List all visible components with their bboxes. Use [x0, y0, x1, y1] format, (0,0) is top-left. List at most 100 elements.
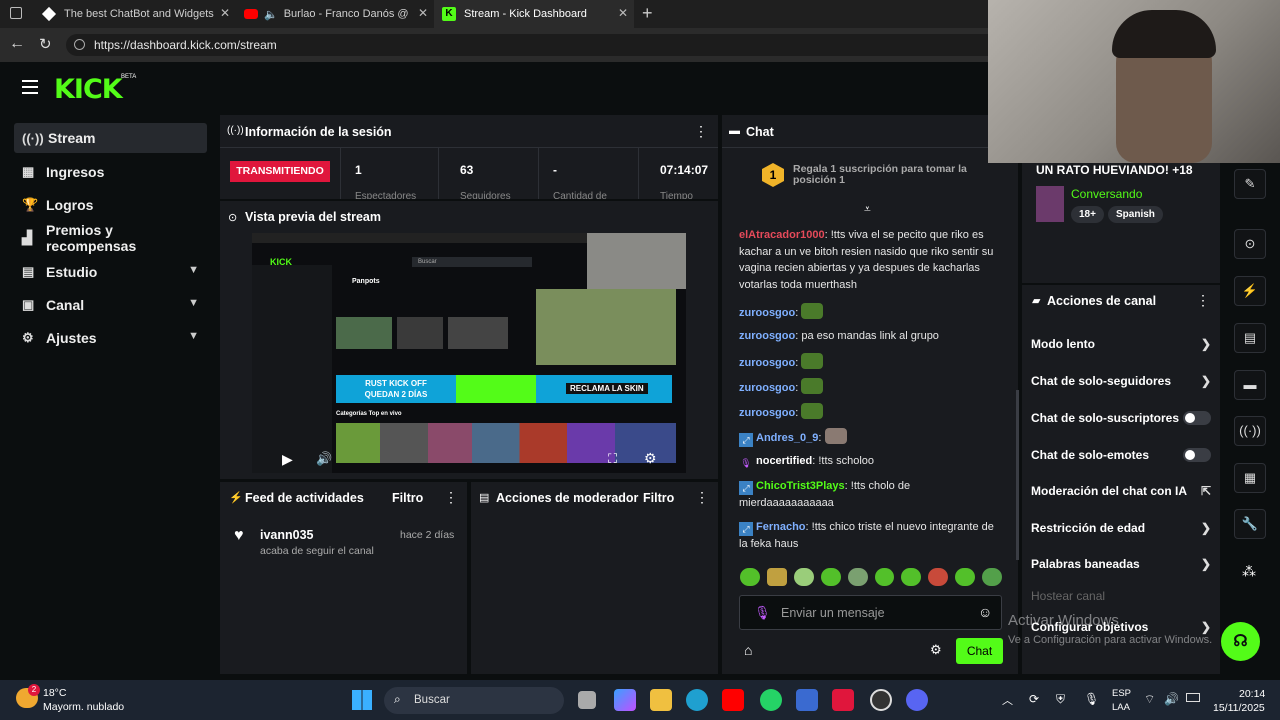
filter-button[interactable]: Filtro — [643, 491, 674, 505]
sidebar-item-ajustes[interactable]: ⚙ Ajustes ▼ — [14, 323, 207, 353]
chat-username[interactable]: zuroosgoo — [739, 307, 795, 319]
emote-icon[interactable] — [740, 568, 760, 586]
action-banned-words[interactable]: Palabras baneadas ❯ — [1031, 557, 1211, 571]
sub-gift-text[interactable]: Regala 1 suscripción para tomar la posic… — [793, 164, 973, 186]
more-options-icon[interactable]: ⋮ — [694, 123, 708, 140]
emote-icon[interactable] — [766, 568, 787, 586]
emoji-icon[interactable]: ☺ — [978, 604, 992, 620]
tab-kick-dashboard[interactable]: K Stream - Kick Dashboard ✕ — [434, 0, 634, 28]
sidebar-item-logros[interactable]: 🏆 Logros — [14, 190, 207, 220]
category-thumbnail[interactable] — [1036, 186, 1064, 222]
layout-button[interactable]: ▦ — [1234, 463, 1266, 493]
new-tab-icon[interactable]: + — [642, 3, 653, 24]
sidebar-item-premios[interactable]: ▟ Premios y recompensas — [14, 222, 207, 254]
chat-username[interactable]: zuroosgoo — [739, 330, 795, 342]
tag-18plus[interactable]: 18+ — [1071, 206, 1104, 223]
discord-icon[interactable] — [906, 689, 928, 711]
language-code[interactable]: ESP — [1112, 688, 1131, 699]
weather-temp[interactable]: 18°C — [43, 687, 66, 699]
volume-icon[interactable]: 🔊 — [316, 451, 332, 467]
more-options-icon[interactable]: ⋮ — [695, 489, 709, 506]
send-chat-button[interactable]: Chat — [956, 638, 1003, 664]
battery-icon[interactable] — [1186, 693, 1200, 702]
obs-icon[interactable] — [870, 689, 892, 711]
action-emotes-only[interactable]: Chat de solo-emotes — [1031, 448, 1211, 462]
moderator-toggle-button[interactable]: ▤ — [1234, 323, 1266, 353]
tab-burlao[interactable]: 🔈 Burlao - Franco Danós @ ✕ — [236, 0, 434, 28]
action-subs-only[interactable]: Chat de solo-suscriptores — [1031, 411, 1211, 425]
chat-username[interactable]: zuroosgoo — [739, 407, 795, 419]
support-button[interactable]: ☊ — [1221, 622, 1260, 661]
stream-preview-video[interactable]: KICK Buscar Panpots RUST KICK OFF QUEDAN… — [252, 233, 686, 473]
emote-icon[interactable] — [847, 568, 868, 586]
tag-spanish[interactable]: Spanish — [1108, 206, 1163, 223]
emote-icon[interactable] — [874, 568, 895, 586]
subs-only-toggle[interactable] — [1183, 411, 1211, 425]
edit-stream-button[interactable]: ✎ — [1234, 169, 1266, 199]
office-icon[interactable] — [832, 689, 854, 711]
session-toggle-button[interactable]: ((·)) — [1234, 416, 1266, 446]
emote-icon[interactable] — [793, 568, 814, 586]
chat-username[interactable]: elAtracador1000 — [739, 229, 825, 241]
edge-icon[interactable] — [686, 689, 708, 711]
close-tab-icon[interactable]: ✕ — [418, 6, 428, 20]
speaker-icon[interactable]: 🔈 — [264, 8, 278, 21]
emote-icon[interactable] — [928, 568, 949, 586]
tray-overflow-icon[interactable]: ︿ — [1002, 692, 1013, 708]
start-icon[interactable] — [352, 690, 372, 710]
wifi-icon[interactable]: ⌔ — [1144, 692, 1155, 707]
chat-username[interactable]: zuroosgoo — [739, 357, 795, 369]
emote-icon[interactable] — [982, 568, 1003, 586]
emote-icon[interactable] — [901, 568, 922, 586]
chat-username[interactable]: ChicoTrist3Plays — [756, 480, 845, 492]
file-explorer-icon[interactable] — [650, 689, 672, 711]
sidebar-item-estudio[interactable]: ▤ Estudio ▼ — [14, 257, 207, 287]
emotes-only-toggle[interactable] — [1183, 448, 1211, 462]
gift-icon[interactable]: ⌂ — [744, 642, 752, 658]
close-tab-icon[interactable]: ✕ — [220, 6, 230, 20]
activity-toggle-button[interactable]: ⚡ — [1234, 276, 1266, 306]
sidebar-item-canal[interactable]: ▣ Canal ▼ — [14, 290, 207, 320]
back-icon[interactable]: ← — [9, 35, 25, 53]
filter-button[interactable]: Filtro — [392, 491, 423, 505]
chat-toggle-button[interactable]: ▬ — [1234, 370, 1266, 400]
whatsapp-icon[interactable] — [760, 689, 782, 711]
mic-icon[interactable]: 🎙 — [754, 605, 771, 621]
category-name[interactable]: Conversando — [1071, 187, 1142, 201]
tray-mic-icon[interactable]: 🎙 — [1084, 692, 1099, 706]
weather-text[interactable]: Mayorm. nublado — [43, 701, 124, 713]
clock-time[interactable]: 20:14 — [1239, 688, 1265, 700]
action-ai-moderation[interactable]: Moderación del chat con IA ⇱ — [1031, 484, 1211, 498]
volume-icon[interactable]: 🔊 — [1164, 692, 1179, 706]
chat-settings-icon[interactable]: ⚙ — [930, 642, 942, 658]
reload-icon[interactable]: ↻ — [39, 35, 52, 53]
clock-date[interactable]: 15/11/2025 — [1213, 702, 1265, 714]
more-options-icon[interactable]: ⋮ — [444, 489, 458, 506]
kick-logo[interactable]: KICK — [54, 74, 123, 105]
emote-icon[interactable] — [955, 568, 976, 586]
tray-defender-icon[interactable]: ⛨ — [1056, 692, 1065, 707]
action-age-restriction[interactable]: Restricción de edad ❯ — [1031, 521, 1211, 535]
play-icon[interactable]: ▶ — [282, 451, 293, 468]
site-info-icon[interactable] — [74, 39, 85, 50]
hamburger-menu-icon[interactable] — [22, 80, 38, 94]
tab-chatbot[interactable]: The best ChatBot and Widgets fo ✕ — [36, 0, 236, 28]
url-field[interactable]: https://dashboard.kick.com/stream — [66, 34, 1016, 56]
preview-toggle-button[interactable]: ⊙ — [1234, 229, 1266, 259]
more-options-icon[interactable]: ⋮ — [1196, 292, 1210, 309]
action-followers-only[interactable]: Chat de solo-seguidores ❯ — [1031, 374, 1211, 388]
youtube-app-icon[interactable] — [722, 689, 744, 711]
tray-sync-icon[interactable]: ⟳ — [1029, 692, 1039, 706]
settings-icon[interactable]: ⚙ — [644, 450, 657, 467]
more-apps-icon[interactable]: ⁂ — [1242, 563, 1256, 580]
fullscreen-icon[interactable]: ⛶ — [608, 451, 617, 467]
chat-username[interactable]: Andres_0_9 — [756, 432, 818, 444]
close-tab-icon[interactable]: ✕ — [618, 6, 628, 20]
chat-input[interactable]: 🎙 Enviar un mensaje ☺ — [739, 595, 1002, 630]
tools-button[interactable]: 🔧 — [1234, 509, 1266, 539]
tab-actions-icon[interactable] — [10, 7, 22, 19]
action-slow-mode[interactable]: Modo lento ❯ — [1031, 337, 1211, 351]
chat-username[interactable]: zuroosgoo — [739, 382, 795, 394]
feed-user[interactable]: ivann035 — [260, 528, 314, 542]
chat-username[interactable]: nocertified — [756, 455, 812, 467]
